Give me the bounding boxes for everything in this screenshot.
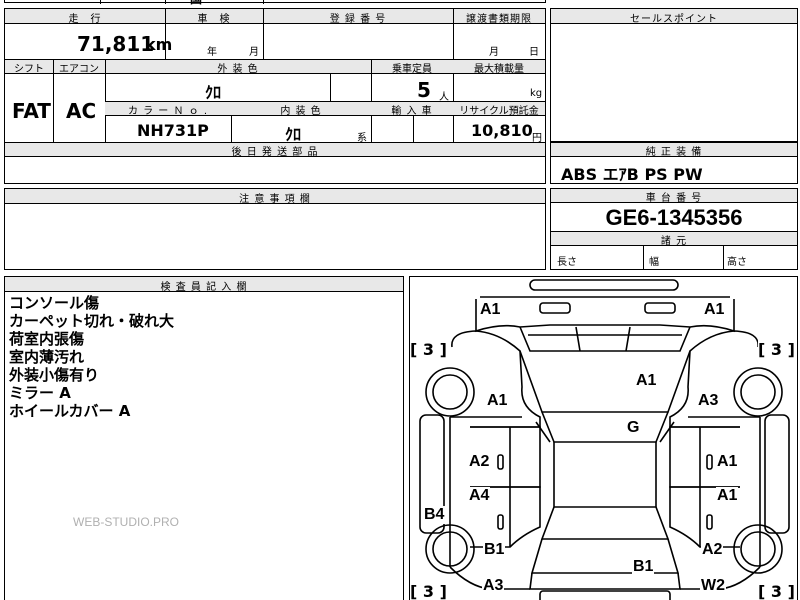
inspector-line: ミラー A	[9, 384, 71, 402]
inspector-line: ホイールカバー A	[9, 402, 131, 420]
chassis-block: 車 台 番 号 GE6-1345356 諸 元 長さ 幅 高さ	[550, 188, 798, 270]
damage-code-front-door-left: A2	[468, 453, 491, 471]
tire-grade-right-rear: [ 3 ]	[758, 582, 795, 600]
inspector-line: 荷室内張傷	[9, 330, 85, 348]
factory-equipment-value: ABS エｱB PS PW	[561, 165, 703, 184]
damage-code-front-right-top: A1	[703, 301, 726, 319]
inspector-line: コンソール傷	[9, 294, 100, 312]
chassis-label: 車 台 番 号	[645, 193, 703, 204]
shift-value: FAT	[12, 99, 51, 123]
factory-equipment-label: 純 正 装 備	[645, 147, 703, 158]
damage-code-trunk: B1	[632, 558, 655, 576]
damage-code-rear-fender-left: B1	[483, 541, 506, 559]
exterior-color-value: ｸﾛ	[205, 83, 222, 102]
tire-grade-left-front: [ 3 ]	[410, 340, 447, 359]
dimensions-length: 長さ	[557, 257, 577, 268]
later-parts-label: 後 日 発 送 部 品	[231, 147, 319, 158]
chassis-value: GE6-1345356	[605, 205, 743, 230]
damage-code-rear-fender-right: A2	[701, 541, 724, 559]
sales-point-label: セールスポイント	[630, 14, 718, 25]
capacity-value: 5	[417, 78, 431, 102]
inspector-block: 検 査 員 記 入 欄 コンソール傷 カーペット切れ・破れ大 荷室内張傷 室内薄…	[4, 276, 404, 600]
damage-code-rear-window: W2	[700, 577, 726, 595]
damage-code-roof: G	[627, 419, 640, 436]
recycle-label: リサイクル預託金	[459, 106, 539, 117]
recycle-value: 10,810	[471, 121, 533, 140]
damage-code-hood: A1	[636, 372, 657, 389]
car-outline	[419, 279, 790, 600]
damage-diagram: [ 3 ] [ 3 ] [ 3 ] [ 3 ] A1 A1 A1 A1 A3 G…	[409, 276, 798, 600]
aircon-label: エアコン	[59, 64, 99, 75]
mileage-label: 走 行	[68, 14, 102, 25]
top-clipped-row: 国	[4, 0, 546, 6]
inspector-line: 外装小傷有り	[9, 366, 100, 384]
dimensions-width: 幅	[649, 257, 659, 268]
inspector-line: カーペット切れ・破れ大	[9, 312, 175, 330]
inspection-year-unit: 年	[207, 47, 217, 58]
transfer-month-unit: 月	[489, 47, 499, 58]
notes-block: 注 意 事 項 欄	[4, 188, 546, 270]
damage-code-front-door-right: A1	[716, 453, 739, 471]
color-no-label: カ ラ ー Ｎ ｏ .	[127, 106, 209, 117]
inspection-label: 車 検	[197, 14, 231, 25]
tire-grade-left-rear: [ 3 ]	[410, 582, 447, 600]
max-load-label: 最大積載量	[474, 64, 524, 75]
mileage-unit: km	[145, 35, 173, 54]
inspector-label: 検 査 員 記 入 欄	[160, 282, 248, 293]
exterior-color-label: 外 装 色	[217, 64, 259, 75]
inspector-line: 室内薄汚れ	[9, 348, 85, 366]
import-car-label: 輸 入 車	[391, 106, 433, 117]
aircon-value: AC	[66, 99, 97, 123]
sales-point-block: セールスポイント	[550, 8, 798, 142]
damage-code-sill-left: B4	[423, 506, 446, 524]
inspector-lines: コンソール傷 カーペット切れ・破れ大 荷室内張傷 室内薄汚れ 外装小傷有り ミラ…	[9, 294, 174, 420]
shift-label: シフト	[14, 64, 44, 75]
capacity-label: 乗車定員	[392, 64, 432, 75]
notes-label: 注 意 事 項 欄	[239, 194, 311, 205]
damage-code-rear-left-bottom: A3	[482, 577, 505, 595]
interior-color-label: 内 装 色	[280, 106, 322, 117]
damage-code-front-fender-right: A3	[697, 392, 720, 410]
vehicle-info-block: 走 行 車 検 登 録 番 号 譲渡書類期限 71,811 km 年 月 月 日…	[4, 8, 546, 184]
top-cut-center: 国	[190, 0, 202, 7]
damage-code-front-fender-left: A1	[486, 392, 509, 410]
registration-label: 登 録 番 号	[329, 14, 387, 25]
color-no-value: NH731P	[137, 121, 209, 140]
dimensions-label: 諸 元	[660, 236, 688, 247]
mileage-value: 71,811	[77, 32, 155, 56]
damage-code-rear-door-left: A4	[468, 487, 491, 505]
tire-grade-right-front: [ 3 ]	[758, 340, 795, 359]
damage-code-rear-door-right: A1	[716, 487, 739, 505]
damage-code-front-left-top: A1	[479, 301, 502, 319]
inspection-month-unit: 月	[249, 47, 259, 58]
factory-equipment-block: 純 正 装 備 ABS エｱB PS PW	[550, 142, 798, 184]
transfer-docs-label: 譲渡書類期限	[466, 14, 532, 25]
dimensions-height: 高さ	[727, 257, 747, 268]
watermark: WEB-STUDIO.PRO	[73, 515, 180, 529]
max-load-unit: kg	[530, 88, 543, 99]
transfer-day-unit: 日	[529, 47, 539, 58]
